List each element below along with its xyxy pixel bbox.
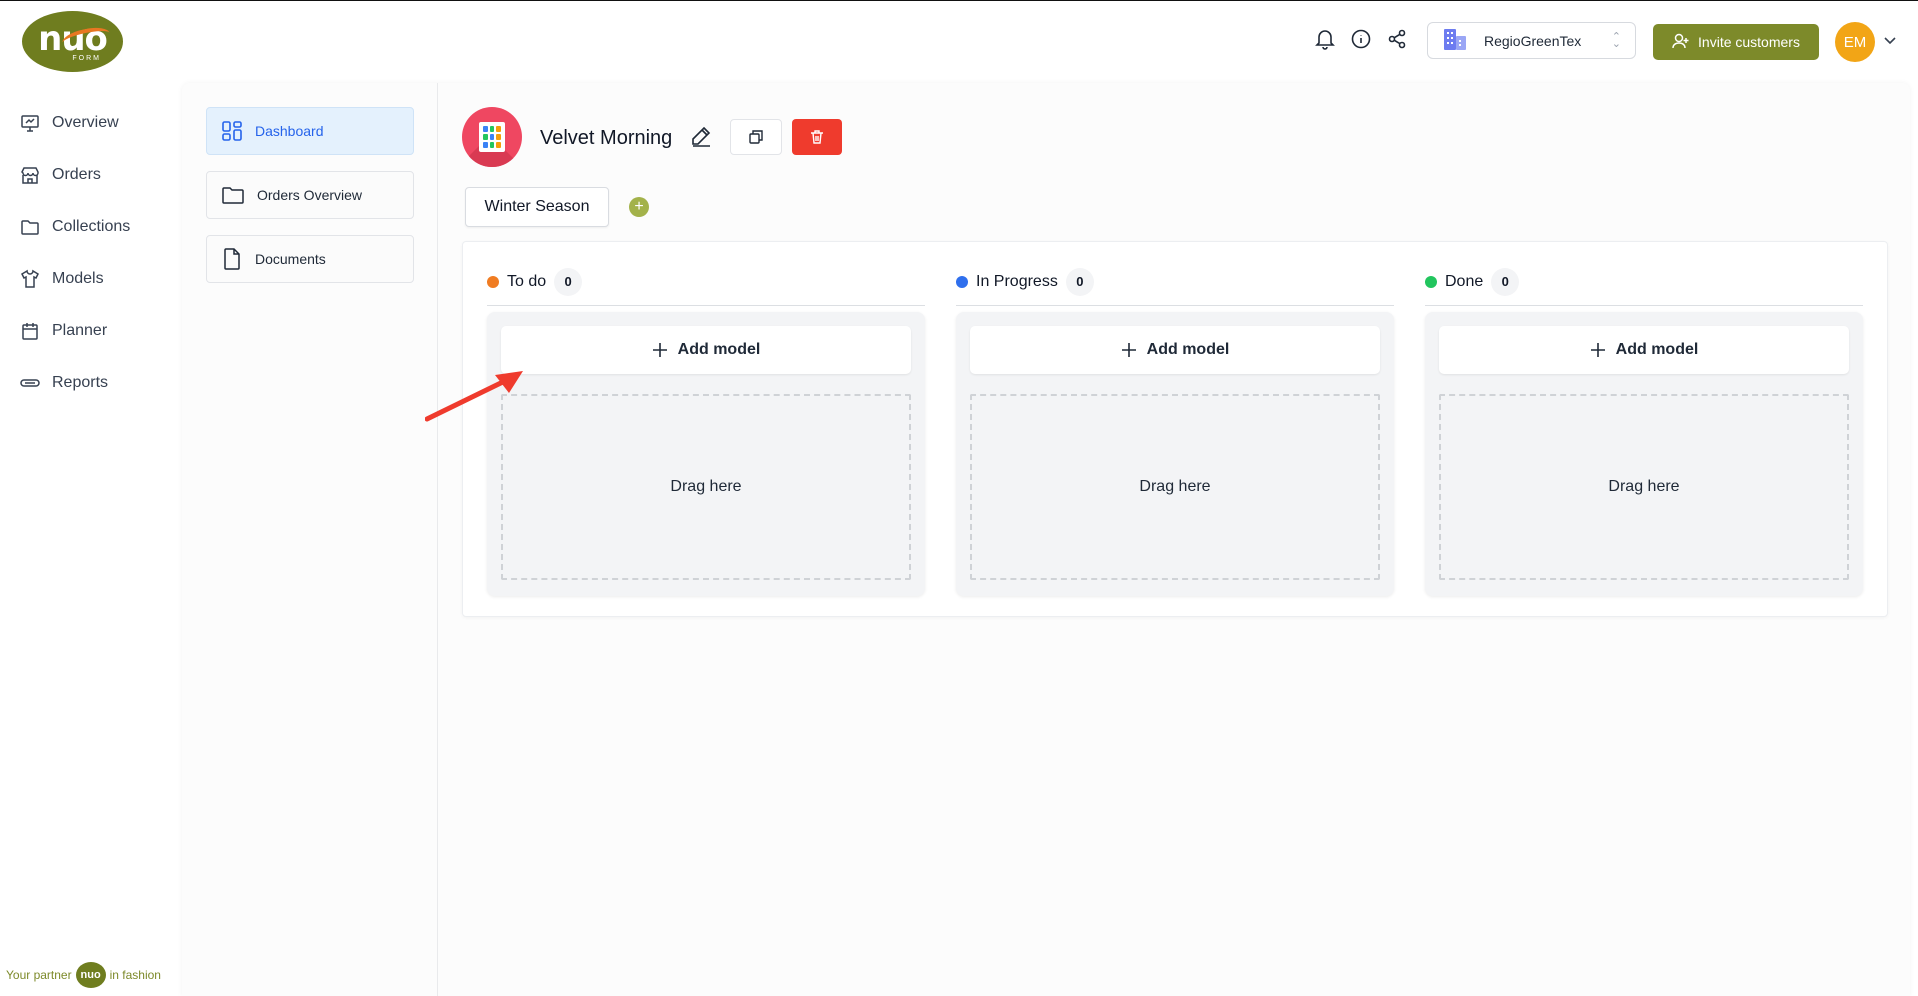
sub-nav-dashboard[interactable]: Dashboard bbox=[206, 107, 414, 155]
share-icon[interactable] bbox=[1386, 27, 1408, 51]
nav-label-orders: Orders bbox=[52, 166, 101, 183]
building-icon bbox=[1442, 27, 1468, 54]
nav-label-overview: Overview bbox=[52, 114, 119, 131]
chevron-down-icon[interactable] bbox=[1883, 33, 1897, 51]
brand-logo[interactable]: nuo FORM bbox=[22, 11, 123, 72]
dashboard-icon bbox=[222, 121, 242, 141]
plus-icon bbox=[1590, 343, 1605, 357]
invite-label: Invite customers bbox=[1698, 34, 1800, 50]
status-dot bbox=[956, 275, 968, 288]
shirt-icon bbox=[21, 269, 39, 288]
project-title: Velvet Morning bbox=[540, 127, 673, 149]
nav-label-collections: Collections bbox=[52, 218, 131, 235]
column-header: In Progress 0 bbox=[956, 266, 1394, 306]
tab-winter-season[interactable]: Winter Season bbox=[465, 187, 609, 227]
partner-logo: nuo bbox=[75, 962, 106, 988]
nav-label-planner: Planner bbox=[52, 322, 108, 339]
drop-zone[interactable]: Drag here bbox=[1439, 394, 1849, 580]
column-body: Add model Drag here bbox=[956, 312, 1394, 596]
column-header: Done 0 bbox=[1425, 266, 1863, 306]
sub-nav-label-orders-overview: Orders Overview bbox=[257, 187, 363, 203]
nav-item-models[interactable]: Models bbox=[20, 253, 130, 305]
chevron-updown-icon: ⌃ ⌄ bbox=[1611, 30, 1621, 50]
store-icon bbox=[21, 167, 39, 184]
project-avatar bbox=[462, 107, 522, 167]
trash-icon bbox=[811, 130, 823, 144]
partner-suffix: in fashion bbox=[109, 968, 161, 982]
partner-footer: Your partner nuo in fashion bbox=[6, 962, 161, 988]
column-count: 0 bbox=[1065, 267, 1094, 296]
org-name: RegioGreenTex bbox=[1484, 32, 1582, 49]
document-icon bbox=[224, 248, 240, 270]
bell-icon[interactable] bbox=[1314, 27, 1336, 51]
nav-item-reports[interactable]: Reports bbox=[20, 357, 130, 409]
main-panel: Dashboard Orders Overview Documents Velv… bbox=[182, 83, 1910, 996]
plus-icon bbox=[1121, 343, 1136, 357]
dashboard-content: Velvet Morning Winter Season + To do 0 A… bbox=[438, 83, 1910, 996]
topbar-actions bbox=[1314, 27, 1408, 51]
add-model-label: Add model bbox=[1615, 341, 1699, 358]
column-body: Add model Drag here bbox=[1425, 312, 1863, 596]
status-dot bbox=[487, 275, 499, 288]
column-header: To do 0 bbox=[487, 266, 925, 306]
nav-label-models: Models bbox=[52, 270, 104, 287]
nav-item-collections[interactable]: Collections bbox=[20, 201, 130, 253]
column-title: To do bbox=[507, 272, 547, 290]
column-title: Done bbox=[1445, 272, 1484, 290]
kanban-board: To do 0 Add model Drag here In Progress … bbox=[462, 241, 1888, 617]
column-body: Add model Drag here bbox=[487, 312, 925, 596]
annotation-arrow bbox=[425, 371, 523, 422]
sub-nav-label-documents: Documents bbox=[255, 251, 326, 267]
logo-subtitle: FORM bbox=[72, 55, 101, 62]
sub-nav-label-dashboard: Dashboard bbox=[255, 123, 324, 139]
add-model-button[interactable]: Add model bbox=[970, 326, 1380, 374]
nav-item-orders[interactable]: Orders bbox=[20, 149, 130, 201]
info-icon[interactable] bbox=[1350, 27, 1372, 51]
monitor-icon bbox=[21, 115, 39, 132]
partner-prefix: Your partner bbox=[6, 968, 72, 982]
column-title: In Progress bbox=[976, 272, 1058, 290]
user-plus-icon bbox=[1672, 33, 1690, 52]
reports-icon bbox=[20, 379, 40, 387]
main-navigation: Overview Orders Collections Models Plann… bbox=[20, 97, 130, 409]
nav-label-reports: Reports bbox=[52, 374, 109, 391]
calendar-icon bbox=[22, 323, 38, 340]
column-count: 0 bbox=[554, 267, 583, 296]
nav-item-planner[interactable]: Planner bbox=[20, 305, 130, 357]
nav-item-overview[interactable]: Overview bbox=[20, 97, 130, 149]
drop-zone[interactable]: Drag here bbox=[970, 394, 1380, 580]
add-model-label: Add model bbox=[677, 341, 761, 358]
delete-button[interactable] bbox=[792, 119, 842, 155]
project-sub-navigation: Dashboard Orders Overview Documents bbox=[182, 83, 438, 996]
plus-icon bbox=[652, 343, 667, 357]
sub-nav-documents[interactable]: Documents bbox=[206, 235, 414, 283]
drop-zone[interactable]: Drag here bbox=[501, 394, 911, 580]
add-model-button[interactable]: Add model bbox=[1439, 326, 1849, 374]
copy-icon bbox=[749, 130, 763, 144]
folder-icon bbox=[222, 187, 244, 204]
add-model-button[interactable]: Add model bbox=[501, 326, 911, 374]
project-grid-icon bbox=[479, 122, 505, 152]
organization-switcher[interactable]: RegioGreenTex ⌃ ⌄ bbox=[1427, 22, 1636, 59]
invite-customers-button[interactable]: Invite customers bbox=[1653, 24, 1819, 60]
column-count: 0 bbox=[1491, 267, 1520, 296]
add-tab-button[interactable]: + bbox=[629, 197, 649, 217]
folder-icon bbox=[21, 220, 39, 235]
avatar[interactable]: EM bbox=[1835, 22, 1875, 62]
sub-nav-orders-overview[interactable]: Orders Overview bbox=[206, 171, 414, 219]
pencil-icon[interactable] bbox=[690, 125, 712, 152]
duplicate-button[interactable] bbox=[730, 119, 782, 155]
add-model-label: Add model bbox=[1146, 341, 1230, 358]
status-dot bbox=[1425, 275, 1437, 288]
